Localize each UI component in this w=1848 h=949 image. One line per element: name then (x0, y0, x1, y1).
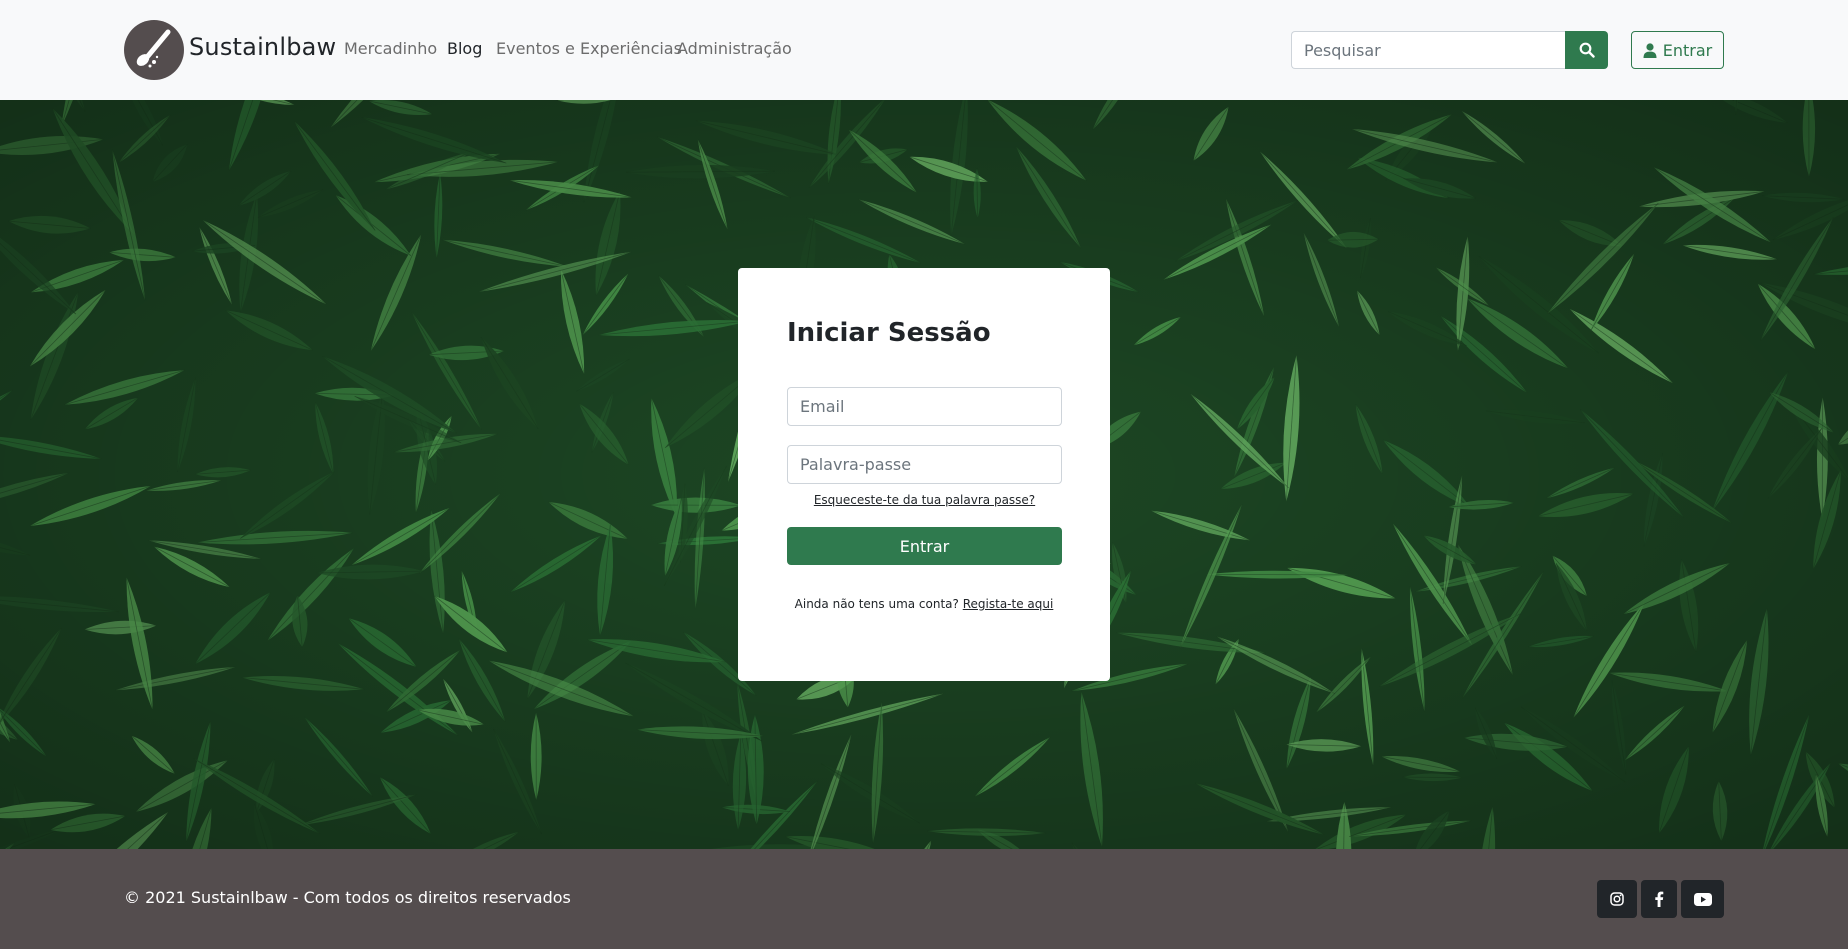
spoon-logo-icon (124, 20, 184, 80)
header-login-button[interactable]: Entrar (1631, 31, 1724, 69)
hero-background: Iniciar Sessão Esqueceste-te da tua pala… (0, 100, 1848, 849)
register-row: Ainda não tens uma conta? Regista-te aqu… (738, 597, 1110, 611)
footer: © 2021 Sustainlbaw - Com todos os direit… (0, 849, 1848, 949)
navbar: Sustainlbaw Mercadinho Blog Eventos e Ex… (0, 0, 1848, 100)
header-login-label: Entrar (1662, 40, 1713, 60)
copyright-text: © 2021 Sustainlbaw - Com todos os direit… (124, 888, 571, 907)
user-icon (1643, 42, 1657, 58)
email-field[interactable] (787, 387, 1062, 426)
search-button[interactable] (1565, 31, 1608, 69)
facebook-button[interactable] (1641, 880, 1677, 918)
login-title: Iniciar Sessão (787, 318, 991, 348)
nav-link-mercadinho[interactable]: Mercadinho (344, 39, 437, 58)
login-card: Iniciar Sessão Esqueceste-te da tua pala… (738, 268, 1110, 681)
instagram-button[interactable] (1597, 880, 1637, 918)
search-input[interactable] (1291, 31, 1566, 69)
instagram-icon (1610, 892, 1624, 906)
password-field[interactable] (787, 445, 1062, 484)
search-icon (1579, 42, 1595, 58)
youtube-button[interactable] (1681, 880, 1724, 918)
nav-link-administracao[interactable]: Administração (677, 39, 792, 58)
nav-link-eventos[interactable]: Eventos e Experiências (496, 39, 682, 58)
register-prompt: Ainda não tens uma conta? (794, 597, 959, 611)
brand-name: Sustainlbaw (189, 33, 337, 61)
facebook-icon (1655, 891, 1664, 907)
nav-link-blog[interactable]: Blog (447, 39, 482, 58)
youtube-icon (1693, 892, 1712, 906)
login-submit-button[interactable]: Entrar (787, 527, 1062, 565)
forgot-password-link[interactable]: Esqueceste-te da tua palavra passe? (787, 493, 1062, 507)
register-link[interactable]: Regista-te aqui (963, 597, 1054, 611)
